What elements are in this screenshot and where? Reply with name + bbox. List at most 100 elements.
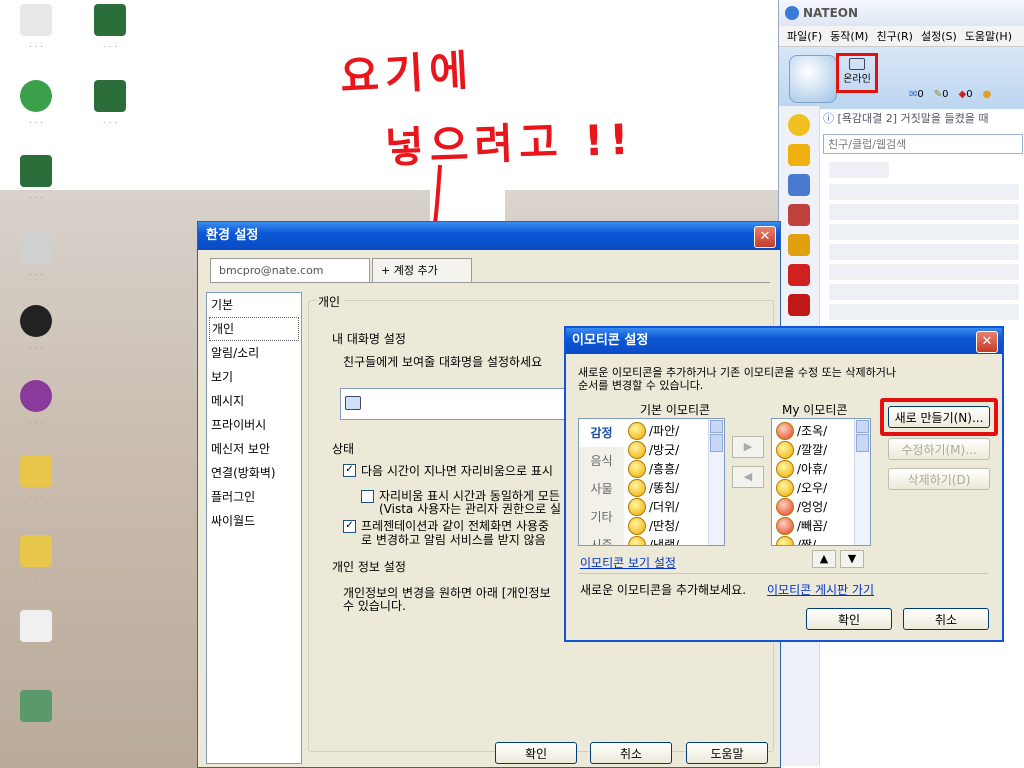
friend-row[interactable] xyxy=(829,204,1019,220)
category-season[interactable]: 시즌 xyxy=(579,531,624,545)
category-view[interactable]: 보기 xyxy=(207,365,301,389)
privacy-group-label: 개인 정보 설정 xyxy=(332,560,406,574)
list-item[interactable]: /딴청/ xyxy=(626,516,708,535)
list-item[interactable]: /흥흥/ xyxy=(626,459,708,478)
category-privacy[interactable]: 프라이버시 xyxy=(207,413,301,437)
list-item[interactable]: /깔깔/ xyxy=(774,440,854,459)
friend-group-row[interactable] xyxy=(829,162,889,178)
basic-list-scrollbar[interactable] xyxy=(708,419,724,545)
category-cyworld[interactable]: 싸이월드 xyxy=(207,509,301,533)
settings-cancel-button[interactable]: 취소 xyxy=(590,742,672,764)
list-item[interactable]: /똥침/ xyxy=(626,478,708,497)
desktop-icon[interactable]: . . . xyxy=(6,4,66,50)
list-item[interactable]: /조옥/ xyxy=(774,421,854,440)
star-icon[interactable] xyxy=(788,144,810,166)
memo-count[interactable]: ✎0 xyxy=(934,89,949,100)
my-emoticon-list[interactable]: /조옥/ /깔깔/ /아휴/ /오우/ /엉엉/ /빼꼼/ /짱/ xyxy=(771,418,871,546)
nick-description: 친구들에게 보여줄 대화명을 설정하세요 xyxy=(343,355,543,369)
away-sync-checkbox[interactable] xyxy=(361,490,374,503)
emoticon-settings-dialog[interactable]: 이모티콘 설정 ✕ 새로운 이모티콘을 추가하거나 기존 이모티콘을 수정 또는… xyxy=(564,326,1004,642)
desktop-icon[interactable]: . . . xyxy=(6,535,66,581)
settings-close-button[interactable]: ✕ xyxy=(754,226,776,248)
basic-emoticon-list[interactable]: 감정 음식 사물 기타 시즌 /파안/ /방긋/ /흥흥/ /똥침/ /더위/ … xyxy=(578,418,725,546)
friend-row[interactable] xyxy=(829,184,1019,200)
category-security[interactable]: 메신저 보안 xyxy=(207,437,301,461)
desktop-icon[interactable]: . . . xyxy=(80,4,140,50)
avatar[interactable] xyxy=(789,55,837,103)
friend-row[interactable] xyxy=(829,244,1019,260)
move-up-button[interactable]: ▲ xyxy=(812,550,836,568)
divider xyxy=(578,573,988,574)
alarm-icon[interactable] xyxy=(788,264,810,286)
settings-ok-button[interactable]: 확인 xyxy=(495,742,577,764)
move-down-button[interactable]: ▼ xyxy=(840,550,864,568)
settings-titlebar[interactable]: 환경 설정 ✕ xyxy=(198,222,780,250)
friend-row[interactable] xyxy=(829,264,1019,280)
list-item[interactable]: /파안/ xyxy=(626,421,708,440)
friend-row[interactable] xyxy=(829,224,1019,240)
menu-settings[interactable]: 설정(S) xyxy=(921,28,957,44)
emoticon-close-button[interactable]: ✕ xyxy=(976,331,998,353)
menu-friend[interactable]: 친구(R) xyxy=(876,28,912,44)
remove-from-my-button[interactable]: ◀ xyxy=(732,466,764,488)
mail-count[interactable]: ✉0 xyxy=(909,89,924,100)
cube-count[interactable]: ◆0 xyxy=(959,89,973,100)
list-item[interactable]: /더위/ xyxy=(626,497,708,516)
category-personal[interactable]: 개인 xyxy=(209,317,299,341)
edit-emoticon-button[interactable]: 수정하기(M)... xyxy=(888,438,990,460)
add-to-my-button[interactable]: ▶ xyxy=(732,436,764,458)
menu-file[interactable]: 파일(F) xyxy=(787,28,822,44)
my-list-scrollbar[interactable] xyxy=(854,419,870,545)
away-checkbox[interactable]: ✓ xyxy=(343,464,356,477)
emoticon-titlebar[interactable]: 이모티콘 설정 ✕ xyxy=(566,328,1002,354)
desktop-icon[interactable]: . . . xyxy=(6,380,66,426)
list-item[interactable]: /냉랭/ xyxy=(626,535,708,545)
emoticon-ok-button[interactable]: 확인 xyxy=(806,608,892,630)
status-online-button[interactable]: 온라인 xyxy=(836,53,878,93)
category-basic[interactable]: 기본 xyxy=(207,293,301,317)
friend-row[interactable] xyxy=(829,284,1019,300)
category-emotion[interactable]: 감정 xyxy=(579,419,624,447)
category-connection[interactable]: 연결(방화벽) xyxy=(207,461,301,485)
tab-add-account[interactable]: + 계정 추가 xyxy=(372,258,472,282)
friend-row[interactable] xyxy=(829,304,1019,320)
desktop-icon[interactable]: . . . xyxy=(6,455,66,501)
category-message[interactable]: 메시지 xyxy=(207,389,301,413)
list-item[interactable]: /빼꼼/ xyxy=(774,516,854,535)
delete-emoticon-button[interactable]: 삭제하기(D) xyxy=(888,468,990,490)
notice-bar[interactable]: ⓘ [욕감대결 2] 거짓말을 들켰을 때 xyxy=(823,110,989,126)
friend-search-input[interactable]: 친구/클럽/웹검색 xyxy=(823,134,1023,154)
emoticon-view-settings-link[interactable]: 이모티콘 보기 설정 xyxy=(580,554,676,571)
category-object[interactable]: 사물 xyxy=(579,475,624,503)
nateon-titlebar[interactable]: NATEON xyxy=(779,0,1024,26)
list-item[interactable]: /방긋/ xyxy=(626,440,708,459)
category-etc[interactable]: 기타 xyxy=(579,503,624,531)
category-plugin[interactable]: 플러그인 xyxy=(207,485,301,509)
settings-help-button[interactable]: 도움말 xyxy=(686,742,768,764)
desktop-icon[interactable]: . . . xyxy=(6,80,66,126)
phone-icon[interactable] xyxy=(788,174,810,196)
list-item[interactable]: /엉엉/ xyxy=(774,497,854,516)
emoticon-icon[interactable] xyxy=(788,114,810,136)
bell-icon[interactable] xyxy=(788,234,810,256)
presentation-checkbox[interactable]: ✓ xyxy=(343,520,356,533)
desktop-icon[interactable]: . . . xyxy=(6,155,66,201)
desktop-icon[interactable]: . . . xyxy=(6,610,66,656)
desktop-icon[interactable]: . . . xyxy=(6,305,66,351)
tab-account[interactable]: bmcpro@nate.com xyxy=(210,258,370,282)
desktop-icon[interactable]: . . . xyxy=(80,80,140,126)
coin-count[interactable]: ● xyxy=(983,89,992,100)
cube-icon[interactable] xyxy=(788,294,810,316)
category-food[interactable]: 음식 xyxy=(579,447,624,475)
desktop-icon[interactable]: . . . xyxy=(6,690,66,736)
menu-action[interactable]: 동작(M) xyxy=(830,28,868,44)
emoticon-board-link[interactable]: 이모티콘 게시판 가기 xyxy=(767,581,874,598)
desktop-icon[interactable]: . . . xyxy=(6,232,66,278)
emoticon-cancel-button[interactable]: 취소 xyxy=(903,608,989,630)
list-item[interactable]: /아휴/ xyxy=(774,459,854,478)
list-item[interactable]: /짱/ xyxy=(774,535,854,545)
list-item[interactable]: /오우/ xyxy=(774,478,854,497)
category-alert-sound[interactable]: 알림/소리 xyxy=(207,341,301,365)
game-icon[interactable] xyxy=(788,204,810,226)
menu-help[interactable]: 도움말(H) xyxy=(965,28,1012,44)
